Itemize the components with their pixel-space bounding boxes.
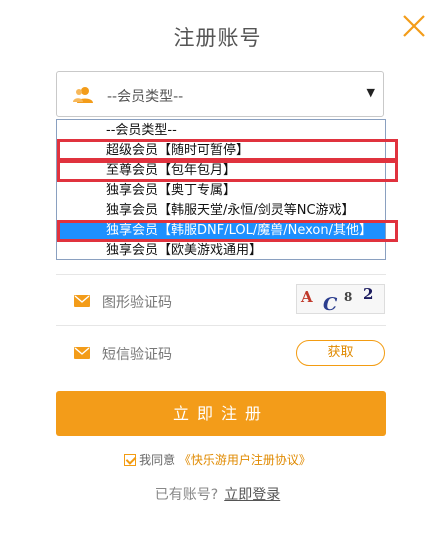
divider <box>56 274 386 275</box>
member-option[interactable]: 至尊会员【包年包月】 <box>57 161 385 181</box>
member-option[interactable]: 独享会员【奥丁专属】 <box>57 181 385 201</box>
captcha-row: 图形验证码 A C 8 2 <box>56 282 386 322</box>
member-type-select[interactable]: --会员类型-- ▼ <box>56 71 384 117</box>
member-type-dropdown[interactable]: --会员类型-- 超级会员【随时可暂停】 至尊会员【包年包月】 独享会员【奥丁专… <box>56 119 386 260</box>
close-icon[interactable] <box>401 13 427 39</box>
agree-prefix: 我同意 <box>139 453 176 467</box>
member-option[interactable]: 独享会员【韩服天堂/永恒/剑灵等NC游戏】 <box>57 201 385 221</box>
agree-checkbox[interactable] <box>124 454 137 466</box>
get-sms-code-button[interactable]: 获取 <box>296 340 385 366</box>
sms-label: 短信验证码 <box>102 347 172 363</box>
member-option-selected[interactable]: 独享会员【韩服DNF/LOL/魔兽/Nexon/其他】 <box>57 221 385 241</box>
captcha-char: C <box>323 294 338 315</box>
captcha-char: 2 <box>363 285 374 303</box>
login-link[interactable]: 立即登录 <box>224 487 280 503</box>
member-option[interactable]: --会员类型-- <box>57 121 385 141</box>
captcha-image[interactable]: A C 8 2 <box>296 284 385 315</box>
member-option[interactable]: 超级会员【随时可暂停】 <box>57 141 385 161</box>
sms-row: 短信验证码 获取 <box>56 334 386 374</box>
divider <box>56 325 386 326</box>
agreement-link[interactable]: 《快乐游用户注册协议》 <box>179 453 311 467</box>
captcha-char: A <box>301 288 313 306</box>
captcha-char: 8 <box>344 290 353 304</box>
register-button[interactable]: 立即注册 <box>56 391 386 436</box>
member-type-selected: --会员类型-- <box>107 89 184 105</box>
captcha-label: 图形验证码 <box>102 295 172 311</box>
user-group-icon <box>73 87 93 103</box>
page-title: 注册账号 <box>173 26 262 50</box>
login-prompt: 已有账号? <box>154 487 219 503</box>
login-row: 已有账号? 立即登录 <box>0 484 435 504</box>
member-option[interactable]: 独享会员【欧美游戏通用】 <box>57 241 385 261</box>
mail-icon <box>74 347 90 359</box>
mail-icon <box>74 295 90 307</box>
agreement-row: 我同意 《快乐游用户注册协议》 <box>0 451 435 468</box>
dropdown-arrow-icon[interactable]: ▼ <box>367 86 375 99</box>
